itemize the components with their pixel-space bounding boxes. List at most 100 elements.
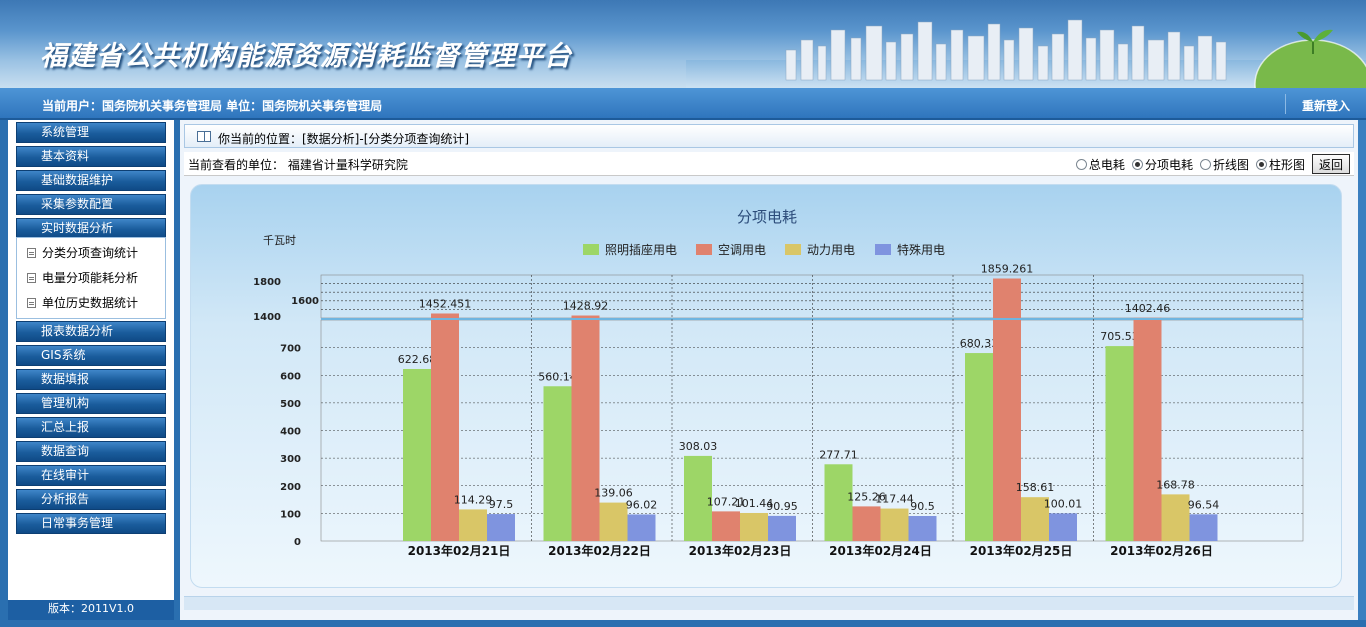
option-label: 总电耗 (1088, 157, 1125, 172)
menu-realtime-analysis[interactable]: 实时数据分析 (16, 218, 166, 239)
menu-management-org[interactable]: 管理机构 (16, 393, 166, 414)
option-label: 分项电耗 (1144, 157, 1193, 172)
bar (908, 515, 937, 541)
option-label: 折线图 (1212, 157, 1249, 172)
bottom-strip (184, 596, 1354, 610)
relogin-link[interactable]: 重新登入 (1302, 97, 1350, 114)
toolbar: 当前查看的单位： 福建省计量科学研究院 总电耗 分项电耗 折线图 柱形图 返回 (184, 152, 1354, 176)
bar (403, 368, 431, 541)
option-itemized-consumption[interactable]: 分项电耗 (1131, 156, 1193, 173)
current-user-info: 当前用户：国务院机关事务管理局 单位：国务院机关事务管理局 (42, 99, 383, 113)
data-label: 622.68 (398, 353, 437, 366)
menu-analysis-report[interactable]: 分析报告 (16, 489, 166, 510)
radio-line-chart[interactable] (1199, 158, 1211, 170)
legend-swatch (696, 244, 712, 255)
menu-collection-params[interactable]: 采集参数配置 (16, 194, 166, 215)
bar (1049, 513, 1077, 541)
breadcrumb: 你当前的位置：[数据分析]-[分类分项查询统计] (184, 124, 1354, 148)
radio-total-consumption[interactable] (1075, 158, 1087, 170)
data-label: 308.03 (679, 440, 718, 453)
y-tick-label: 100 (280, 509, 301, 520)
y-tick-label: 1600 (291, 296, 319, 307)
user-bar: 当前用户：国务院机关事务管理局 单位：国务院机关事务管理局 重新登入 (0, 88, 1366, 120)
y-axis-unit: 千瓦时 (263, 234, 296, 247)
current-unit-label: 当前查看的单位： 福建省计量科学研究院 (188, 158, 408, 172)
data-label: 114.29 (454, 493, 493, 506)
bar (1105, 346, 1134, 541)
bar (599, 502, 628, 541)
data-label: 117.44 (875, 493, 914, 506)
x-tick-label: 2013年02月21日 (408, 543, 511, 558)
data-label: 1428.92 (563, 300, 609, 313)
frame-border-left (0, 120, 8, 627)
bar (459, 509, 487, 541)
option-line-chart[interactable]: 折线图 (1199, 156, 1249, 173)
divider (1285, 94, 1286, 114)
submenu-item-label: 单位历史数据统计 (42, 296, 139, 310)
menu-gis-system[interactable]: GIS系统 (16, 345, 166, 366)
bar (487, 514, 515, 541)
data-label: 90.5 (910, 500, 935, 513)
option-bar-chart[interactable]: 柱形图 (1255, 156, 1305, 173)
y-tick-label: 600 (280, 371, 301, 382)
legend-label: 空调用电 (718, 243, 766, 257)
menu-data-query[interactable]: 数据查询 (16, 441, 166, 462)
main-content: 你当前的位置：[数据分析]-[分类分项查询统计] 当前查看的单位： 福建省计量科… (180, 120, 1358, 620)
legend-label: 特殊用电 (897, 242, 945, 257)
bar (571, 320, 600, 541)
legend-label: 动力用电 (807, 243, 855, 257)
data-label: 277.71 (819, 448, 858, 461)
data-label: 100.01 (1044, 497, 1083, 510)
menu-daily-affairs[interactable]: 日常事务管理 (16, 513, 166, 534)
bar-upper-segment (993, 278, 1021, 318)
bar (1189, 514, 1218, 541)
sidebar: 系统管理 基本资料 基础数据维护 采集参数配置 实时数据分析 分类分项查询统计 … (8, 120, 174, 600)
bar (1161, 494, 1190, 541)
submenu-item-power-analysis[interactable]: 电量分项能耗分析 (27, 269, 138, 286)
data-label: 168.78 (1156, 478, 1195, 491)
chart-title: 分项电耗 (737, 208, 797, 226)
bar-upper-segment (571, 315, 600, 318)
header-banner: 福建省公共机构能源资源消耗监督管理平台 (0, 0, 1366, 88)
menu-basic-data-maintenance[interactable]: 基础数据维护 (16, 170, 166, 191)
submenu-item-history-stats[interactable]: 单位历史数据统计 (27, 294, 138, 311)
bar (627, 514, 656, 541)
menu-data-entry[interactable]: 数据填报 (16, 369, 166, 390)
y-tick-label: 700 (280, 344, 301, 355)
bar (740, 512, 768, 541)
radio-bar-chart[interactable] (1255, 158, 1267, 170)
radio-itemized-consumption[interactable] (1131, 158, 1143, 170)
menu-report-analysis[interactable]: 报表数据分析 (16, 321, 166, 342)
option-total-consumption[interactable]: 总电耗 (1075, 156, 1125, 173)
bar (965, 353, 993, 541)
y-tick-label: 1800 (253, 277, 281, 288)
menu-system-management[interactable]: 系统管理 (16, 122, 166, 143)
bar (880, 508, 909, 541)
menu-online-audit[interactable]: 在线审计 (16, 465, 166, 486)
data-label: 97.5 (489, 498, 514, 511)
book-icon (197, 131, 211, 142)
menu-summary-report[interactable]: 汇总上报 (16, 417, 166, 438)
breadcrumb-text: 你当前的位置：[数据分析]-[分类分项查询统计] (218, 132, 470, 146)
menu-basic-info[interactable]: 基本资料 (16, 146, 166, 167)
version-label: 版本：2011V1.0 (8, 600, 174, 620)
bar-upper-segment (431, 313, 459, 318)
option-label: 柱形图 (1268, 157, 1305, 172)
data-label: 705.53 (1100, 330, 1139, 343)
bar (993, 320, 1021, 541)
data-label: 680.33 (960, 337, 999, 350)
document-icon (27, 248, 36, 258)
data-label: 1452.451 (419, 297, 472, 310)
x-tick-label: 2013年02月25日 (970, 543, 1073, 558)
app-title: 福建省公共机构能源资源消耗监督管理平台 (40, 41, 572, 72)
bar-chart: 分项电耗千瓦时照明插座用电 空调用电 动力用电 特殊用电 0 100 200 300 400 50… (253, 208, 1304, 558)
x-tick-label: 2013年02月24日 (829, 543, 932, 558)
x-tick-label: 2013年02月23日 (689, 543, 792, 558)
data-label: 560.14 (538, 370, 577, 383)
submenu-item-category-stats[interactable]: 分类分项查询统计 (27, 244, 138, 261)
bar (852, 506, 881, 541)
bar (712, 511, 740, 541)
back-button[interactable]: 返回 (1311, 154, 1350, 174)
bar (543, 386, 572, 541)
frame-border-right (1358, 120, 1366, 627)
